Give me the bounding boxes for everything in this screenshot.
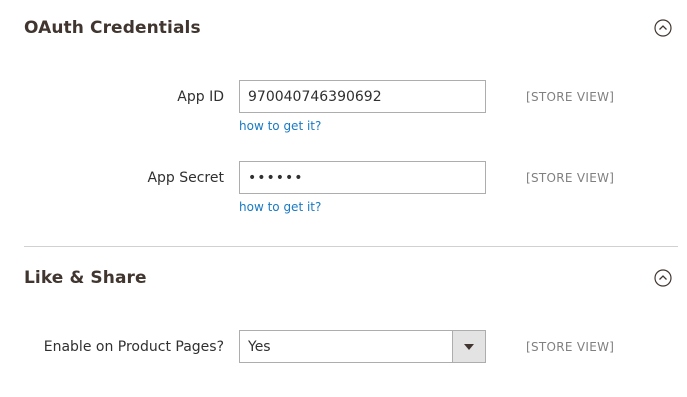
enable-product-pages-select[interactable]: Yes [239,330,486,363]
select-value: Yes [248,338,271,355]
app-secret-label: App Secret [147,170,224,186]
select-arrow-button[interactable] [452,331,485,362]
like-share-section-header[interactable]: Like & Share [24,263,678,293]
like-share-section-title: Like & Share [24,268,147,288]
oauth-section-title: OAuth Credentials [24,18,201,38]
chevron-down-icon [464,343,474,350]
collapse-up-icon[interactable] [654,19,672,37]
app-secret-help-link[interactable]: how to get it? [239,200,321,214]
app-secret-input[interactable]: •••••• [239,161,486,194]
collapse-up-icon[interactable] [654,269,672,287]
enable-product-pages-scope: [STORE VIEW] [526,340,615,354]
oauth-section-header[interactable]: OAuth Credentials [24,13,678,43]
section-divider [24,246,678,247]
enable-product-pages-label: Enable on Product Pages? [43,339,224,355]
app-id-scope: [STORE VIEW] [526,90,615,104]
config-page: OAuth Credentials App ID how to get it? … [0,0,687,397]
app-id-input[interactable] [239,80,486,113]
app-secret-scope: [STORE VIEW] [526,171,615,185]
app-id-help-link[interactable]: how to get it? [239,119,321,133]
app-id-label: App ID [177,89,224,105]
